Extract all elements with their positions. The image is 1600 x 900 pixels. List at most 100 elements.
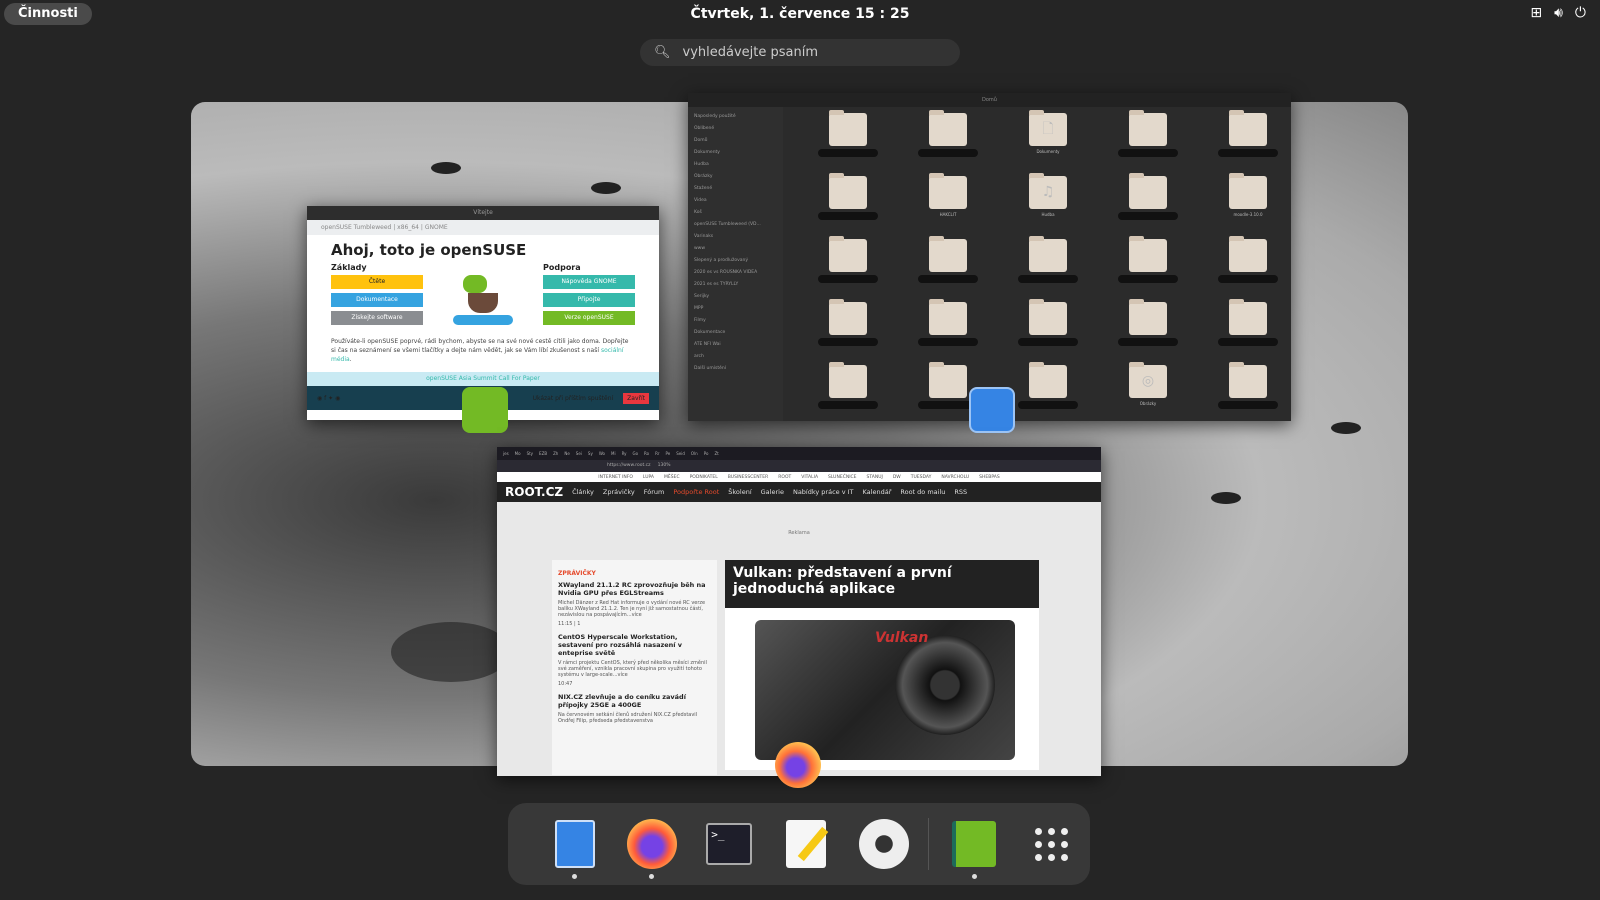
power-icon[interactable]: ⏻: [1575, 5, 1586, 21]
firefox-window[interactable]: jes Mo Sty EZB Zh Ne Sei Sy Wo Mi Ry Go Ro Rr Pe Seid Ol…: [497, 447, 1101, 776]
network-link[interactable]: SHEBPAS: [979, 475, 1000, 480]
network-link[interactable]: BUSINESSCENTER: [728, 475, 769, 480]
folder-item[interactable]: [1198, 236, 1291, 283]
browser-tab[interactable]: Mo: [515, 451, 521, 456]
dock-files[interactable]: [536, 803, 613, 885]
sidebar-item[interactable]: Další umístění: [694, 363, 777, 375]
documentation-button[interactable]: Dokumentace: [331, 293, 423, 307]
news-title[interactable]: NIX.CZ zlevňuje a do ceníku zavádí přípo…: [558, 693, 711, 709]
network-link[interactable]: DW: [893, 475, 901, 480]
nav-link[interactable]: Školení: [728, 488, 751, 496]
folder-item[interactable]: ◎ Obrázky: [1098, 362, 1198, 409]
browser-tab[interactable]: Seid: [676, 451, 685, 456]
browser-tab[interactable]: Sei: [576, 451, 582, 456]
folder-item[interactable]: [798, 299, 898, 346]
folder-item[interactable]: [1198, 299, 1291, 346]
network-link[interactable]: ROOT: [778, 475, 791, 480]
news-title[interactable]: XWayland 21.1.2 RC zprovozňuje běh na Nv…: [558, 581, 711, 597]
files-sidebar[interactable]: Naposledy použité Oblíbené Domů Dokumenty Hu…: [688, 107, 783, 421]
sidebar-item[interactable]: Slepený a prodlužovaný: [694, 255, 777, 267]
network-link[interactable]: STANUJ: [867, 475, 883, 480]
nav-link[interactable]: Podpořte Root: [673, 488, 719, 496]
folder-item[interactable]: [798, 236, 898, 283]
nav-link[interactable]: Fórum: [644, 488, 665, 496]
network-icon[interactable]: ⊞: [1530, 5, 1542, 21]
network-links[interactable]: INTERNET INFO LUPA MĚŠEC PODNIKATEL BUSINESS…: [497, 472, 1101, 482]
network-link[interactable]: LUPA: [643, 475, 654, 480]
files-grid[interactable]: 🗋 Dokumenty HAKCLIT ♫ Hudba moodle-3.10.0 ◎ Obr…: [798, 110, 1291, 409]
files-window[interactable]: Domů Naposledy použité Oblíbené Domů Dokume…: [688, 93, 1291, 421]
show-apps-button[interactable]: [1013, 803, 1090, 885]
browser-tab[interactable]: Sty: [527, 451, 533, 456]
nav-link[interactable]: Články: [572, 488, 594, 496]
browser-tab[interactable]: jes: [503, 451, 509, 456]
sidebar-item[interactable]: openSUSE Tumbleweed (VD...: [694, 219, 777, 231]
folder-item[interactable]: [1098, 236, 1198, 283]
volume-icon[interactable]: 🔊︎: [1554, 5, 1563, 21]
social-icons[interactable]: ◉ f ✦ ◉: [317, 395, 340, 402]
sidebar-item[interactable]: 2021 es es TYRYLLY: [694, 279, 777, 291]
browser-tab[interactable]: Pe: [666, 451, 671, 456]
sidebar-item[interactable]: Naposledy použité: [694, 111, 777, 123]
folder-item[interactable]: HAKCLIT: [898, 173, 998, 220]
sidebar-item[interactable]: MPP: [694, 303, 777, 315]
connect-button[interactable]: Připojte: [543, 293, 635, 307]
folder-item[interactable]: [1098, 299, 1198, 346]
browser-tab[interactable]: Sy: [588, 451, 593, 456]
folder-item[interactable]: [1098, 173, 1198, 220]
folder-item[interactable]: [798, 110, 898, 157]
folder-item[interactable]: moodle-3.10.0: [1198, 173, 1291, 220]
clock[interactable]: Čtvrtek, 1. července 15 : 25: [0, 6, 1600, 22]
featured-article[interactable]: Vulkan: představení a první jednoduchá a…: [725, 560, 1039, 770]
nav-link[interactable]: Nabídky práce v IT: [793, 488, 854, 496]
folder-item[interactable]: [898, 299, 998, 346]
read-button[interactable]: Čtěte: [331, 275, 423, 289]
folder-item[interactable]: [1198, 362, 1291, 409]
folder-item[interactable]: [1198, 110, 1291, 157]
network-link[interactable]: NAVRCHOLU: [941, 475, 969, 480]
browser-tab[interactable]: Rr: [655, 451, 659, 456]
browser-tab[interactable]: Wo: [599, 451, 605, 456]
nav-link[interactable]: Root do mailu: [900, 488, 945, 496]
folder-item[interactable]: [998, 299, 1098, 346]
browser-tab[interactable]: Go: [633, 451, 639, 456]
network-link[interactable]: SLUNEČNICE: [828, 475, 856, 480]
browser-tabs[interactable]: jes Mo Sty EZB Zh Ne Sei Sy Wo Mi Ry Go Ro Rr Pe Seid Ol…: [497, 447, 1101, 460]
show-next-checkbox[interactable]: Ukázat při příštím spuštění: [533, 395, 614, 402]
browser-tab[interactable]: Po: [704, 451, 709, 456]
network-link[interactable]: MĚŠEC: [664, 475, 680, 480]
dock-firefox[interactable]: [613, 803, 690, 885]
network-link[interactable]: VITALIA: [801, 475, 818, 480]
news-tag[interactable]: ZPRÁVIČKY: [558, 570, 711, 577]
network-link[interactable]: PODNIKATEL: [690, 475, 718, 480]
url-bar[interactable]: https://www.root.cz 130%: [497, 460, 1101, 472]
browser-tab[interactable]: Mi: [611, 451, 616, 456]
sidebar-item[interactable]: Varinaks: [694, 231, 777, 243]
sidebar-item[interactable]: Stažené: [694, 183, 777, 195]
folder-item[interactable]: ♫ Hudba: [998, 173, 1098, 220]
system-tray[interactable]: ⊞ 🔊︎ ⏻: [1530, 5, 1586, 21]
sidebar-item[interactable]: Hudba: [694, 159, 777, 171]
close-button[interactable]: Zavřít: [623, 392, 649, 404]
sidebar-item[interactable]: Obrázky: [694, 171, 777, 183]
sidebar-item[interactable]: Serijky: [694, 291, 777, 303]
browser-tab[interactable]: Ro: [644, 451, 649, 456]
sidebar-item[interactable]: Videa: [694, 195, 777, 207]
sidebar-item[interactable]: www: [694, 243, 777, 255]
nav-link[interactable]: Zprávičky: [603, 488, 635, 496]
sidebar-item[interactable]: Domů: [694, 135, 777, 147]
folder-item[interactable]: [898, 236, 998, 283]
search-input[interactable]: 🔍︎ vyhledávejte psaním: [640, 39, 960, 66]
nav-link[interactable]: Galerie: [761, 488, 784, 496]
folder-item[interactable]: [1098, 110, 1198, 157]
browser-tab[interactable]: Zt: [714, 451, 718, 456]
browser-tab[interactable]: Oln: [691, 451, 698, 456]
network-link[interactable]: INTERNET INFO: [598, 475, 633, 480]
browser-tab[interactable]: Ne: [564, 451, 569, 456]
sidebar-item[interactable]: Dokumentace: [694, 327, 777, 339]
browser-tab[interactable]: Zh: [553, 451, 558, 456]
sidebar-item[interactable]: Oblíbené: [694, 123, 777, 135]
sidebar-item[interactable]: arch: [694, 351, 777, 363]
opensuse-versions-button[interactable]: Verze openSUSE: [543, 311, 635, 325]
sidebar-item[interactable]: Koš: [694, 207, 777, 219]
